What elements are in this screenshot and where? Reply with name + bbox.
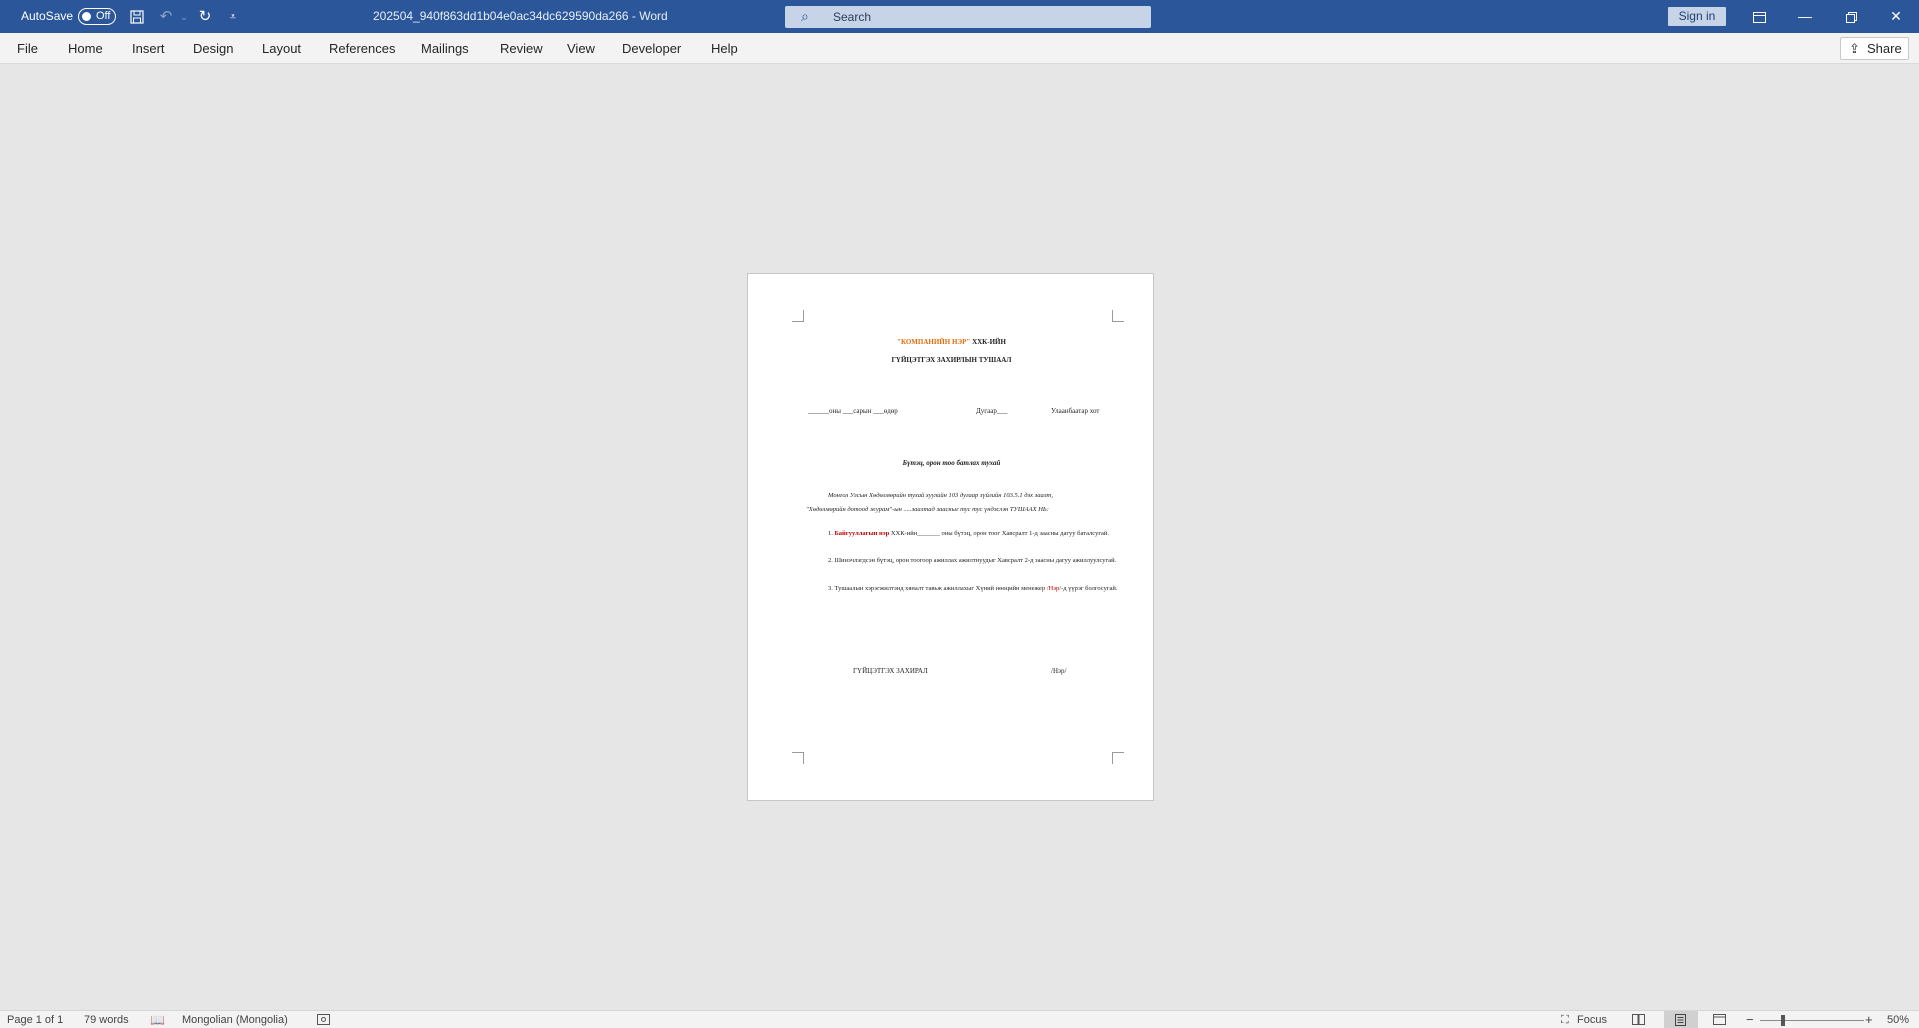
doc-title-line2: ГҮЙЦЭТГЭХ ЗАХИРЛЫН ТУШААЛ [891,356,1012,364]
tab-design[interactable]: Design [193,41,233,56]
preamble-line2: "Хөдөлмөрийн дотоод журам"-ын .....заалт… [806,506,1049,513]
tab-home[interactable]: Home [68,41,103,56]
share-button[interactable]: ⇪ Share [1840,37,1909,60]
org-name-placeholder: Байгууллагын нэр [834,530,890,537]
tab-layout[interactable]: Layout [262,41,301,56]
zoom-slider-thumb[interactable] [1781,1015,1785,1026]
toggle-knob [82,12,91,21]
close-icon[interactable]: ✕ [1873,0,1919,33]
order-item-2: 2. Шинэчлэгдсэн бүтэц, орон тоогоор ажил… [828,557,1117,564]
tab-review[interactable]: Review [500,41,543,56]
zoom-out-button[interactable]: − [1746,1012,1754,1027]
ribbon-display-icon[interactable] [1736,0,1782,33]
tab-references[interactable]: References [329,41,395,56]
crop-mark-top-right [1112,310,1124,322]
language-indicator[interactable]: Mongolian (Mongolia) [182,1014,288,1026]
search-box[interactable]: ⌕ Search [785,6,1151,28]
ribbon-tabs: File Home Insert Design Layout Reference… [0,33,1919,64]
city-line: Улаанбаатар хот [1051,407,1100,415]
customize-qat-icon[interactable]: ⩡ [223,7,243,27]
web-layout-icon[interactable] [1713,1014,1726,1028]
tab-mailings[interactable]: Mailings [421,41,469,56]
autosave-toggle[interactable]: Off [78,8,116,25]
zoom-slider[interactable] [1760,1020,1864,1021]
search-placeholder: Search [833,10,872,24]
print-layout-icon[interactable] [1664,1011,1698,1028]
order-item-3: 3. Тушаалын хэрэгжилтэнд хяналт тавьж аж… [806,582,1118,596]
subject-line: Бүтэц, орон тоо батлах тухай [902,459,1001,467]
date-line: ______оны ___сарын ___өдөр [808,407,898,415]
share-label: Share [1867,41,1902,56]
search-icon: ⌕ [801,8,809,24]
zoom-in-button[interactable]: + [1865,1012,1873,1027]
tab-developer[interactable]: Developer [622,41,681,56]
minimize-icon[interactable]: — [1782,0,1828,33]
undo-icon[interactable]: ↶ [156,7,176,27]
crop-mark-bottom-right [1112,752,1124,764]
undo-dropdown-icon[interactable]: ⌄ [174,7,194,27]
crop-mark-bottom-left [792,752,804,764]
signature-name: /Нэр/ [1051,667,1067,675]
redo-icon[interactable]: ↻ [195,7,215,27]
tab-insert[interactable]: Insert [132,41,165,56]
accessibility-icon[interactable] [317,1014,330,1028]
focus-icon[interactable]: ⛶ [1561,1014,1569,1027]
number-line: Дугаар___ [976,407,1008,415]
restore-icon[interactable] [1828,0,1874,33]
autosave-label: AutoSave [21,9,74,23]
signature-title: ГҮЙЦЭТГЭХ ЗАХИРАЛ [853,667,928,675]
tab-help[interactable]: Help [711,41,738,56]
word-count[interactable]: 79 words [84,1014,129,1026]
save-icon[interactable] [127,7,147,27]
autosave-state: Off [96,10,111,22]
hr-name-placeholder: /Нэр/ [1046,585,1062,592]
company-suffix: ХХК-ИЙН [970,338,1006,346]
status-bar: Page 1 of 1 79 words 📖 Mongolian (Mongol… [0,1010,1919,1028]
company-name-placeholder: "КОМПАНИЙН НЭР" [897,338,971,346]
share-icon: ⇪ [1849,41,1860,56]
order-item-1: 1. Байгууллагын нэр ХХК-ийн_______ оны б… [806,527,1118,541]
document-title: 202504_940f863dd1b04e0ac34dc629590da266 … [373,9,668,23]
document-page[interactable]: "КОМПАНИЙН НЭР" ХХК-ИЙН ГҮЙЦЭТГЭХ ЗАХИРЛ… [747,273,1154,801]
tab-file[interactable]: File [17,41,38,56]
title-bar: AutoSave Off ↶ ⌄ ↻ ⩡ 202504_940f863dd1b0… [0,0,1919,33]
doc-title-line1: "КОМПАНИЙН НЭР" ХХК-ИЙН [748,338,1155,346]
page-count[interactable]: Page 1 of 1 [7,1014,63,1026]
crop-mark-top-left [792,310,804,322]
zoom-level[interactable]: 50% [1887,1014,1909,1026]
item3-text-end: -д үүрэг болгосугай. [1061,585,1118,592]
item1-number: 1. [828,530,833,537]
sign-in-button[interactable]: Sign in [1668,7,1726,26]
item1-text: ХХК-ийн_______ оны бүтэц, орон тоог Хавс… [889,530,1109,537]
proofing-icon[interactable]: 📖 [150,1013,165,1027]
read-mode-icon[interactable] [1632,1014,1645,1028]
item3-text-start: 3. Тушаалын хэрэгжилтэнд хяналт тавьж аж… [828,585,1047,592]
focus-label[interactable]: Focus [1577,1014,1607,1026]
tab-view[interactable]: View [567,41,595,56]
preamble-line1: Монгол Улсын Хөдөлмөрийн тухай хуулийн 1… [828,492,1054,499]
